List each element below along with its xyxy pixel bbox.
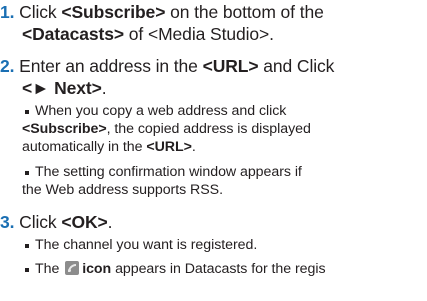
step-1-subscribe-label: <Subscribe> — [61, 2, 166, 22]
step-1-datacasts-label: <Datacasts> — [22, 24, 125, 44]
step-3-number: 3. — [0, 212, 15, 232]
bullet-line-3-suffix: . — [191, 139, 196, 155]
step-1-text-suffix: on the bottom of the — [165, 2, 324, 22]
bullet-line-3-prefix: automatically in the — [22, 139, 147, 155]
bullet-marker — [25, 110, 29, 114]
step-2-bullet-1-line-2: <Subscribe>, the copied address is displ… — [22, 120, 311, 138]
step-1-text-prefix: Click — [19, 2, 62, 22]
step-1-number: 1. — [0, 2, 15, 22]
step-2-number: 2. — [0, 56, 15, 76]
step-3-bullet-1-line-1: The channel you want is registered. — [35, 237, 258, 253]
bullet-url-label: <URL> — [146, 139, 192, 155]
step-2-url-label: <URL> — [202, 56, 259, 76]
step-2-text-prefix: Enter an address in the — [19, 56, 203, 76]
step-2-bullet-2-line-2: the Web address supports RSS. — [22, 182, 223, 198]
step-3-bullet-2-line-1: The icon appears in Datacasts for the re… — [35, 260, 326, 278]
datacast-feed-icon — [65, 261, 80, 275]
step-2-bullet-1-line-1: When you copy a web address and click — [35, 103, 287, 119]
instruction-document: 1. Click <Subscribe> on the bottom of th… — [0, 0, 427, 301]
step-2-line-2: <► Next>. — [22, 78, 107, 98]
bullet-subscribe-label: <Subscribe> — [22, 121, 107, 137]
step-2-line-2-suffix: . — [101, 78, 107, 98]
step-2-text-suffix: and Click — [258, 56, 335, 76]
step-1-line-2-suffix: of <Media Studio>. — [124, 24, 274, 44]
bullet-marker — [25, 171, 29, 175]
bullet-suffix: appears in Datacasts for the regis — [111, 261, 326, 277]
step-1-line-1: 1. Click <Subscribe> on the bottom of th… — [0, 2, 324, 22]
icon-label: icon — [82, 261, 112, 277]
step-2-line-1: 2. Enter an address in the <URL> and Cli… — [0, 56, 334, 76]
step-3-line-1: 3. Click <OK>. — [0, 212, 113, 232]
step-3-text-suffix: . — [107, 212, 113, 232]
step-2-bullet-1-line-3: automatically in the <URL>. — [22, 138, 196, 156]
bullet-prefix: The — [35, 261, 64, 277]
bullet-marker — [25, 244, 29, 248]
step-3-text-prefix: Click — [19, 212, 62, 232]
step-3-ok-label: <OK> — [61, 212, 108, 232]
bullet-line-2-suffix: , the copied address is displayed — [106, 121, 311, 137]
bullet-marker — [25, 268, 29, 272]
step-2-bullet-2-line-1: The setting confirmation window appears … — [35, 164, 302, 180]
step-1-line-2: <Datacasts> of <Media Studio>. — [22, 24, 274, 44]
step-2-next-label: <► Next> — [22, 78, 102, 98]
